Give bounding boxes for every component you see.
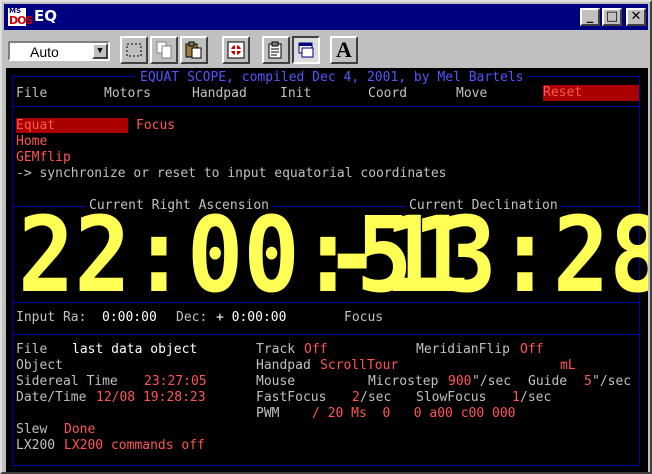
close-button[interactable]: ✕ bbox=[626, 8, 646, 26]
properties-icon bbox=[268, 41, 282, 59]
divider bbox=[12, 106, 640, 107]
background-icon bbox=[298, 42, 314, 58]
menu-coord[interactable]: Coord bbox=[368, 86, 407, 101]
sidereal-label: Sidereal Time bbox=[16, 374, 118, 389]
font-size-select[interactable]: Auto ▼ bbox=[8, 41, 110, 61]
hint-text: -> synchronize or reset to input equator… bbox=[16, 166, 447, 181]
pwm-label: PWM bbox=[256, 406, 280, 421]
divider bbox=[12, 334, 640, 335]
fastfocus-unit: /sec bbox=[360, 390, 392, 405]
slew-label: Slew bbox=[16, 422, 48, 437]
menu-init[interactable]: Init bbox=[280, 86, 311, 101]
mark-button[interactable] bbox=[120, 36, 148, 64]
input-dec-label: Dec: bbox=[176, 310, 208, 325]
submenu-focus[interactable]: Focus bbox=[136, 118, 175, 133]
maximize-button[interactable]: □ bbox=[602, 8, 622, 26]
submenu-home[interactable]: Home bbox=[16, 134, 47, 149]
menu-reset[interactable]: Reset bbox=[543, 85, 639, 101]
input-focus-label: Focus bbox=[344, 310, 384, 325]
background-button[interactable] bbox=[292, 36, 320, 64]
msdos-logo-icon[interactable]: MS DOS bbox=[8, 7, 33, 27]
fastfocus-label: FastFocus bbox=[256, 390, 327, 405]
meridian-label: MeridianFlip bbox=[416, 342, 510, 357]
font-size-value: Auto bbox=[30, 44, 59, 60]
slowfocus-unit: /sec bbox=[520, 390, 552, 405]
copy-icon bbox=[156, 41, 172, 59]
pwm-value: / 20 Ms 0 0 a00 c00 000 bbox=[312, 406, 516, 421]
properties-button[interactable] bbox=[262, 36, 290, 64]
copy-button[interactable] bbox=[150, 36, 178, 64]
chevron-down-icon[interactable]: ▼ bbox=[92, 43, 108, 59]
fastfocus-value: 2 bbox=[352, 390, 360, 405]
input-ra-field[interactable]: 0:00:00 bbox=[102, 310, 157, 325]
microstep-unit: "/sec bbox=[472, 374, 512, 389]
slowfocus-value: 1 bbox=[512, 390, 520, 405]
fullscreen-icon bbox=[227, 41, 245, 59]
guide-value: 5 bbox=[584, 374, 592, 389]
datetime-label: Date/Time bbox=[16, 390, 87, 405]
toolbar: Auto ▼ A bbox=[4, 32, 648, 68]
lx200-value: LX200 commands off bbox=[64, 438, 205, 453]
banner: EQUAT SCOPE, compiled Dec 4, 2001, by Me… bbox=[136, 70, 528, 85]
menu-handpad[interactable]: Handpad bbox=[192, 86, 247, 101]
file-value: last data object bbox=[72, 342, 198, 357]
terminal-screen[interactable]: EQUAT SCOPE, compiled Dec 4, 2001, by Me… bbox=[6, 68, 648, 472]
track-value: Off bbox=[304, 342, 328, 357]
mouse-label: Mouse bbox=[256, 374, 296, 389]
paste-button[interactable] bbox=[180, 36, 208, 64]
lx200-label: LX200 bbox=[16, 438, 56, 453]
slew-value: Done bbox=[64, 422, 96, 437]
track-label: Track bbox=[256, 342, 296, 357]
dos-window: MS DOS EQ _ □ ✕ Auto ▼ A EQUAT SCOPE, co… bbox=[0, 0, 652, 474]
menu-move[interactable]: Move bbox=[456, 86, 487, 101]
dec-display: 13:28:29 bbox=[384, 194, 648, 316]
menu-motors[interactable]: Motors bbox=[104, 86, 151, 101]
microstep-label: Microstep bbox=[368, 374, 439, 389]
submenu-equat[interactable]: Equat bbox=[16, 118, 128, 133]
object-label: Object bbox=[16, 358, 63, 373]
fullscreen-button[interactable] bbox=[222, 36, 250, 64]
minimize-button[interactable]: _ bbox=[580, 8, 600, 26]
meridian-value: Off bbox=[520, 342, 544, 357]
dec-sign: - bbox=[324, 194, 381, 316]
mark-icon bbox=[126, 43, 142, 57]
submenu-gemflip[interactable]: GEMflip bbox=[16, 150, 71, 165]
file-label: File bbox=[16, 342, 48, 357]
window-title: EQ bbox=[34, 7, 57, 25]
datetime-value: 12/08 19:28:23 bbox=[96, 390, 206, 405]
sidereal-value: 23:27:05 bbox=[144, 374, 207, 389]
guide-unit: "/sec bbox=[592, 374, 632, 389]
title-bar[interactable]: MS DOS EQ _ □ ✕ bbox=[4, 4, 648, 30]
handpad-value: ScrollTour bbox=[320, 358, 399, 373]
slowfocus-label: SlowFocus bbox=[416, 390, 487, 405]
ml-value: mL bbox=[560, 358, 576, 373]
font-button[interactable]: A bbox=[330, 36, 358, 64]
logo-bottom-text: DOS bbox=[9, 14, 33, 27]
microstep-value: 900 bbox=[448, 374, 472, 389]
paste-icon bbox=[185, 41, 202, 59]
guide-label: Guide bbox=[528, 374, 568, 389]
menu-file[interactable]: File bbox=[16, 86, 47, 101]
handpad-label: Handpad bbox=[256, 358, 311, 373]
input-dec-field[interactable]: + 0:00:00 bbox=[216, 310, 286, 325]
input-ra-label: Input Ra: bbox=[16, 310, 87, 325]
